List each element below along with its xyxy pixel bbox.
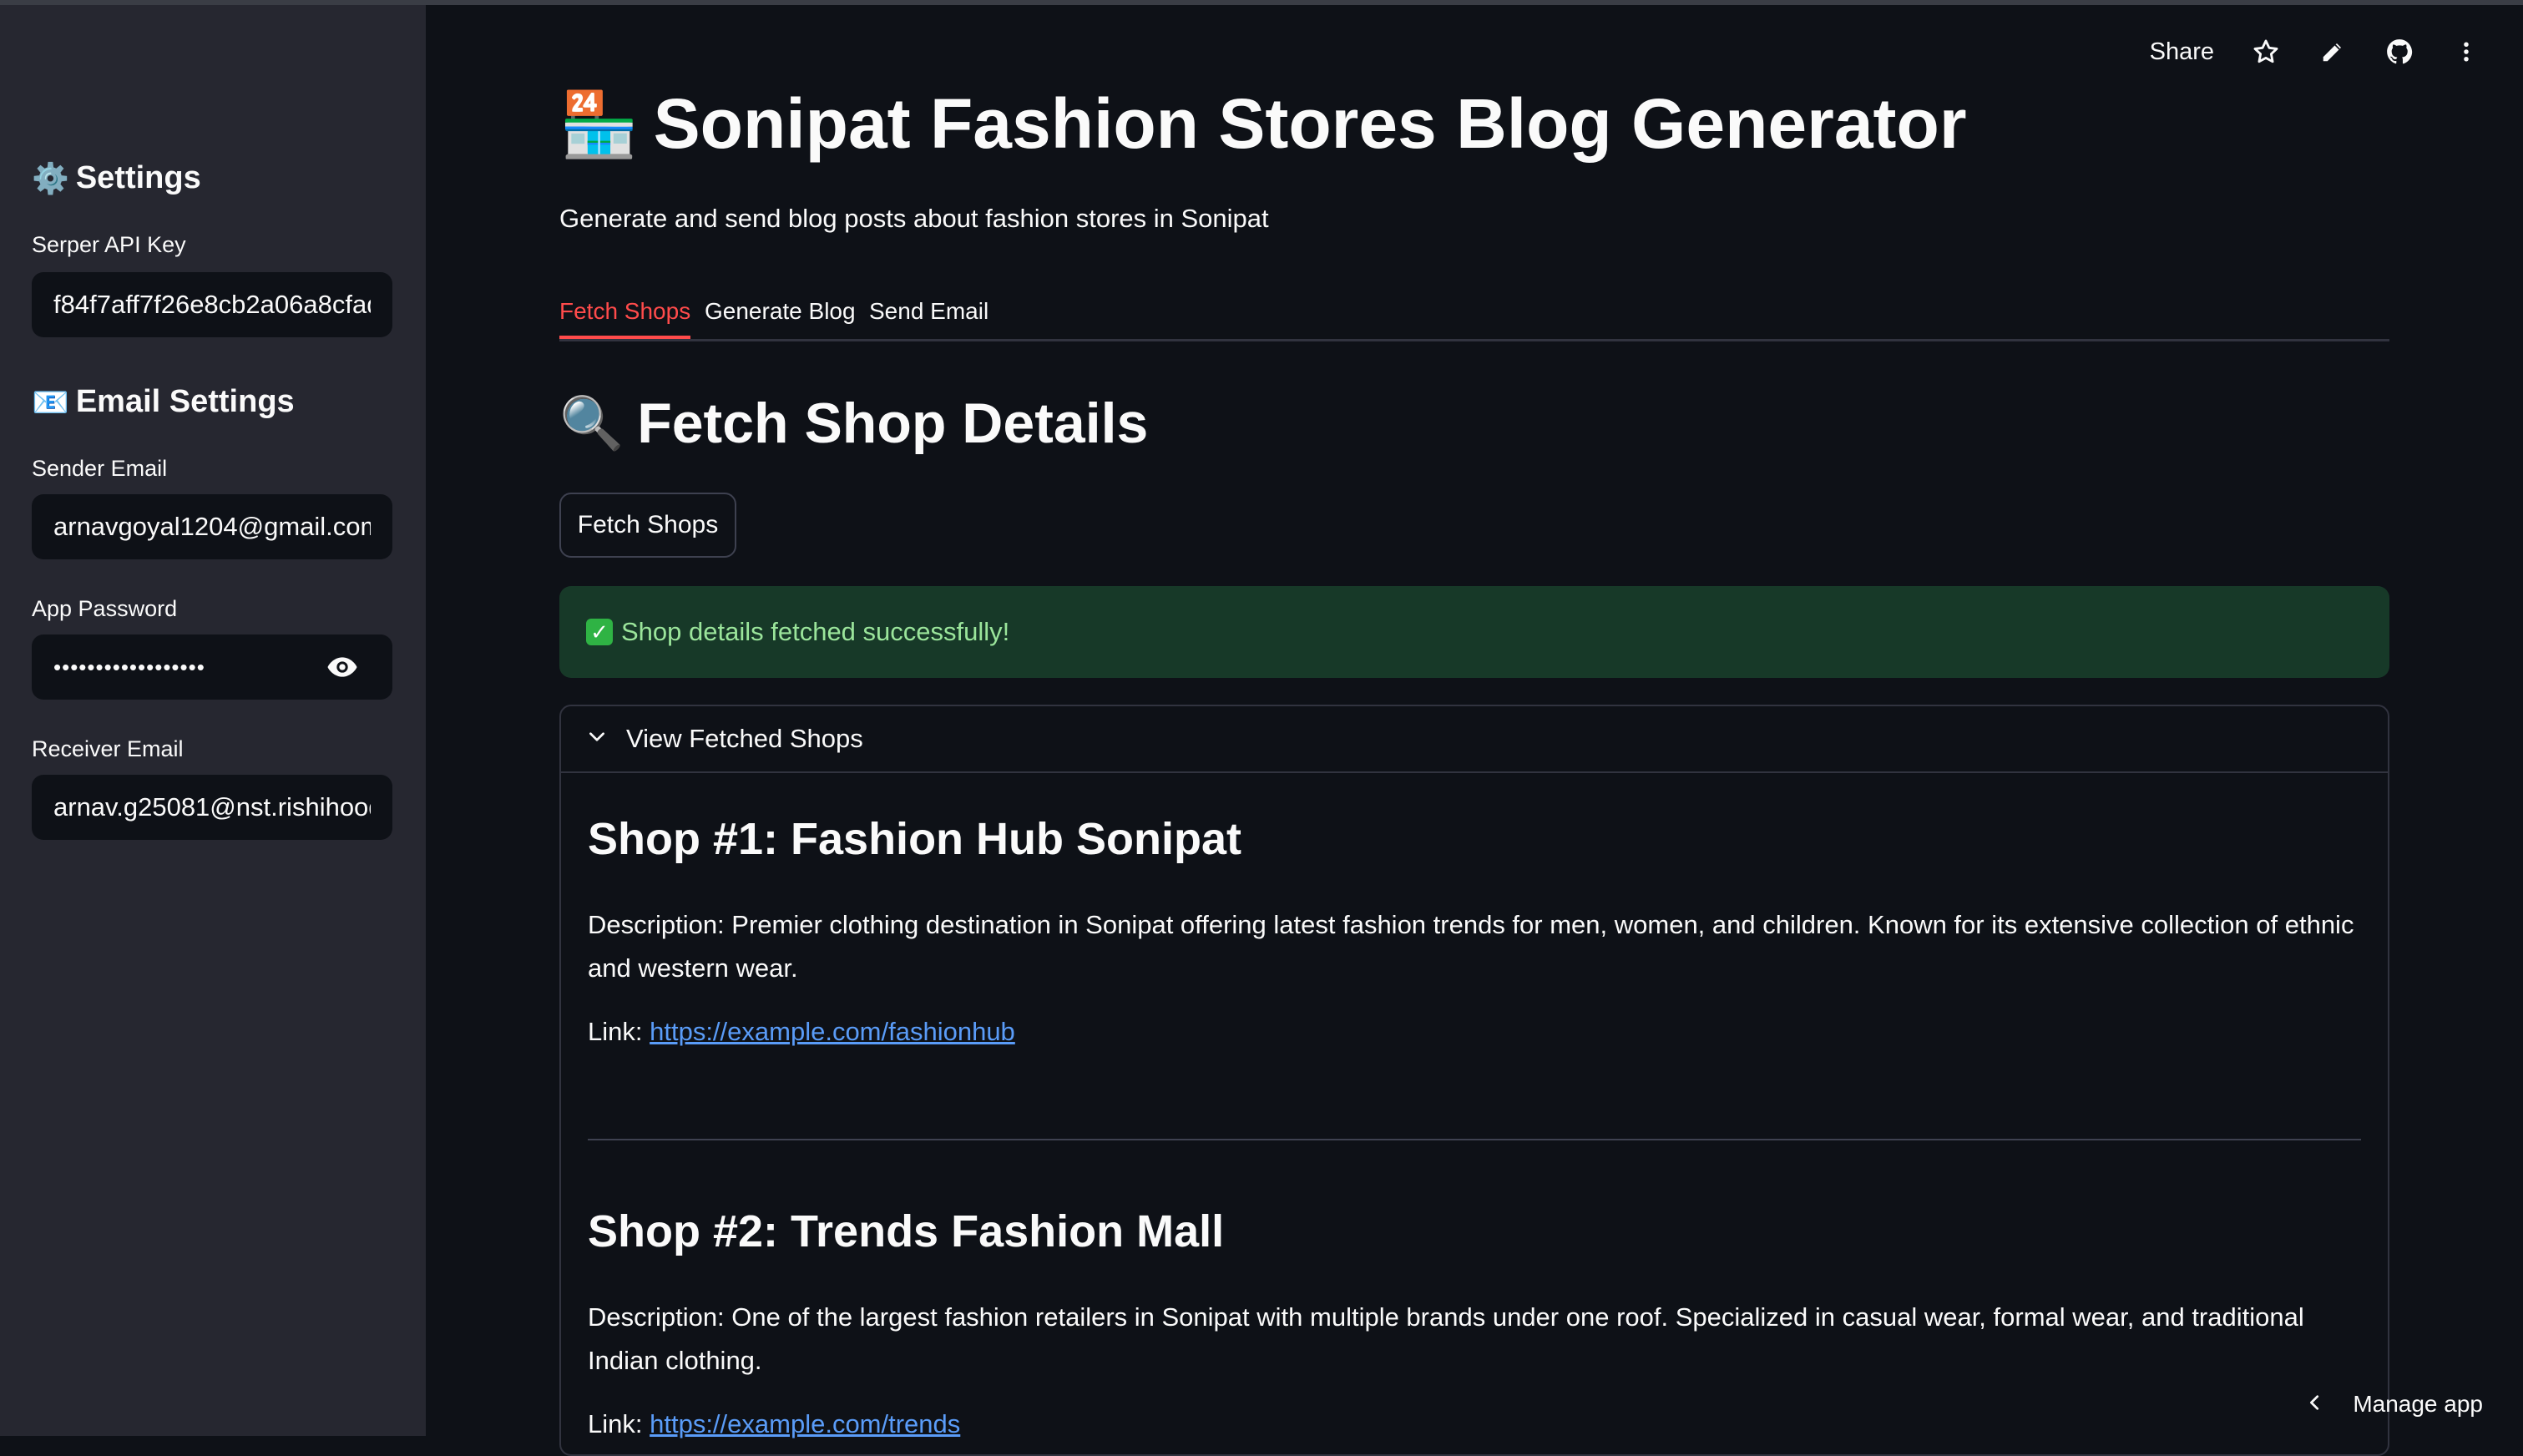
receiver-email-label: Receiver Email [32,736,184,761]
page-title: 🏪 Sonipat Fashion Stores Blog Generator [559,83,1967,164]
app-toolbar: Share [2150,37,2481,67]
serper-api-key-input[interactable]: f84f7aff7f26e8cb2a06a8cfad3 [32,272,392,337]
settings-heading: ⚙️ Settings [32,160,201,196]
app-password-input[interactable]: •••••••••••••••••• [32,634,392,700]
fetched-shops-expander: View Fetched Shops Shop #1: Fashion Hub … [559,705,2389,1456]
manage-app-button[interactable]: Manage app [2306,1391,2483,1418]
check-icon: ✓ [586,619,613,645]
tab-fetch-shops[interactable]: Fetch Shops [559,284,691,339]
shop-link-line: Link: https://example.com/fashionhub [588,1017,1015,1047]
settings-heading-text: Settings [75,160,201,195]
email-settings-heading-text: Email Settings [75,384,295,419]
email-icon: 📧 [32,384,69,419]
convenience-store-icon: 🏪 [559,88,639,160]
shop-link-line: Link: https://example.com/trends [588,1409,960,1439]
shop-link[interactable]: https://example.com/trends [650,1409,960,1438]
email-settings-heading: 📧 Email Settings [32,384,295,420]
shop-description: Description: One of the largest fashion … [588,1302,2304,1375]
shop-link-label: Link: [588,1017,650,1046]
manage-app-label: Manage app [2353,1391,2483,1417]
serper-api-key-value: f84f7aff7f26e8cb2a06a8cfad3 [53,290,371,319]
success-message: Shop details fetched successfully! [621,617,1010,646]
edit-icon[interactable] [2318,37,2348,67]
chevron-down-icon [586,724,608,754]
share-button[interactable]: Share [2150,38,2214,66]
app-password-value: •••••••••••••••••• [53,654,205,680]
receiver-email-input[interactable]: arnav.g25081@nst.rishihood. [32,775,392,840]
shop-title: Shop #2: Trends Fashion Mall [588,1206,1225,1256]
tab-send-email[interactable]: Send Email [869,284,988,339]
magnifier-icon: 🔍 [559,394,624,452]
success-alert: ✓ Shop details fetched successfully! [559,586,2389,678]
expander-label: View Fetched Shops [626,724,863,753]
shop-link[interactable]: https://example.com/fashionhub [650,1017,1015,1046]
app-password-label: App Password [32,596,178,621]
show-password-icon[interactable] [326,650,359,684]
sender-email-value: arnavgoyal1204@gmail.com [53,512,371,541]
serper-api-key-label: Serper API Key [32,232,186,257]
tab-generate-blog[interactable]: Generate Blog [705,284,856,339]
page-title-text: Sonipat Fashion Stores Blog Generator [653,84,1967,163]
receiver-email-value: arnav.g25081@nst.rishihood. [53,792,371,822]
shop-description: Description: Premier clothing destinatio… [588,910,2354,983]
tab-bar: Fetch Shops Generate Blog Send Email [559,284,2389,341]
section-title-text: Fetch Shop Details [637,392,1149,455]
github-icon[interactable] [2384,37,2414,67]
gear-icon: ⚙️ [32,160,69,195]
section-title: 🔍 Fetch Shop Details [559,391,1148,456]
sender-email-label: Sender Email [32,456,168,481]
page-subtitle: Generate and send blog posts about fashi… [559,204,1269,233]
sidebar: ⚙️ Settings Serper API Key f84f7aff7f26e… [0,5,426,1436]
more-icon[interactable] [2451,37,2481,67]
star-icon[interactable] [2251,37,2281,67]
shop-divider [588,1139,2361,1140]
shop-title: Shop #1: Fashion Hub Sonipat [588,814,1241,864]
expander-header[interactable]: View Fetched Shops [561,706,2388,773]
fetch-shops-button[interactable]: Fetch Shops [559,493,736,558]
shop-link-label: Link: [588,1409,650,1438]
chevron-left-icon [2306,1391,2324,1418]
sender-email-input[interactable]: arnavgoyal1204@gmail.com [32,494,392,559]
